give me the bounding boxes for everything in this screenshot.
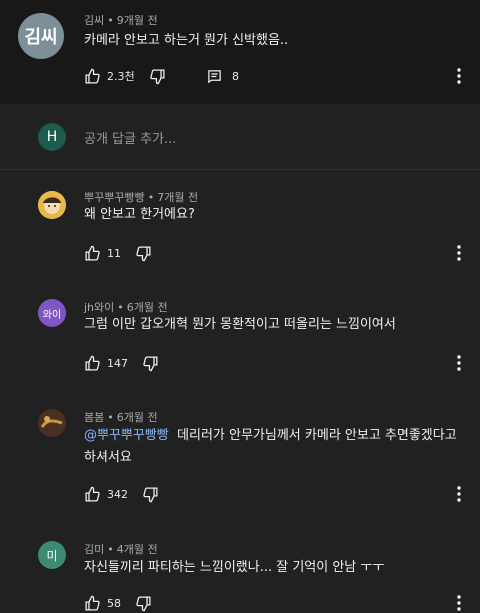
dislike-button[interactable] <box>142 486 159 503</box>
comment-meta: 김씨 • 9개월 전 <box>84 14 158 27</box>
reply-actions: 58 <box>84 593 152 613</box>
reply-actions: 147 <box>84 353 159 373</box>
reply-meta: 뿌꾸뿌꾸빵빵 • 7개월 전 <box>84 191 199 204</box>
more-options-button[interactable] <box>452 484 466 504</box>
author-name[interactable]: 김씨 <box>84 14 104 27</box>
thumbs-down-icon <box>136 595 151 611</box>
reply-text: 자신들끼리 파티하는 느낌이랬나... 잘 기억이 안남 ㅜㅜ <box>84 560 385 575</box>
more-options-button[interactable] <box>452 66 466 86</box>
top-comment <box>0 0 480 104</box>
reply-meta: 봄봄 • 6개월 전 <box>84 411 158 424</box>
reply-text: 그럼 이만 갑오개혁 뭔가 몽환적이고 떠올리는 느낌이여서 <box>84 317 396 332</box>
thumbs-up-icon <box>85 68 100 84</box>
author-name[interactable]: jh와이 <box>84 301 114 314</box>
more-options-button[interactable] <box>452 593 466 613</box>
comment-time: 4개월 전 <box>116 543 158 556</box>
profile-photo-icon <box>38 409 66 437</box>
reply-actions: 342 <box>84 484 159 504</box>
thumbs-up-icon <box>85 595 100 611</box>
more-options-button[interactable] <box>452 243 466 263</box>
replies-count: 8 <box>232 69 239 83</box>
reply-text-line: 하셔서요 <box>84 450 132 465</box>
like-count: 58 <box>107 596 121 610</box>
mention-link[interactable]: @뿌꾸뿌꾸빵빵 <box>84 428 169 443</box>
author-name[interactable]: 봄봄 <box>84 411 104 424</box>
thumbs-up-icon <box>85 245 100 261</box>
comment-time: 6개월 전 <box>116 411 158 424</box>
dislike-button[interactable] <box>135 245 152 262</box>
top-comment-avatar[interactable]: 김씨 <box>18 13 64 59</box>
replies-button[interactable]: 8 <box>207 66 239 86</box>
more-vert-icon <box>457 245 461 261</box>
user-avatar[interactable]: H <box>38 123 66 151</box>
like-count: 147 <box>107 356 128 370</box>
more-options-button[interactable] <box>452 353 466 373</box>
reply-meta: 김미 • 4개월 전 <box>84 543 158 556</box>
reply-avatar[interactable]: 미 <box>38 541 66 569</box>
avatar-text: 미 <box>46 548 58 563</box>
dislike-button[interactable] <box>142 355 159 372</box>
reply-text: 왜 안보고 한거에요? <box>84 207 195 222</box>
thumbs-up-icon <box>85 355 100 371</box>
author-name[interactable]: 뿌꾸뿌꾸빵빵 <box>84 191 145 204</box>
reply-avatar[interactable] <box>38 409 66 437</box>
dislike-button[interactable] <box>149 68 166 85</box>
reply-meta: jh와이 • 6개월 전 <box>84 301 168 314</box>
comment-icon <box>208 69 221 83</box>
thumbs-down-icon <box>143 355 158 371</box>
dislike-button[interactable] <box>135 595 152 612</box>
like-button[interactable]: 11 <box>84 245 121 262</box>
reply-actions: 11 <box>84 243 152 263</box>
like-count: 11 <box>107 246 121 260</box>
thumbs-down-icon <box>143 486 158 502</box>
thumbs-down-icon <box>149 68 165 84</box>
comment-time: 6개월 전 <box>126 301 168 314</box>
comment-text: 카메라 안보고 하는거 뭔가 신박했음.. <box>84 33 289 48</box>
comment-time: 9개월 전 <box>116 14 158 27</box>
like-button[interactable]: 58 <box>84 595 121 612</box>
reply-input-bar <box>0 104 480 170</box>
author-name[interactable]: 김미 <box>84 543 104 556</box>
like-count: 342 <box>107 487 128 501</box>
more-vert-icon <box>457 355 461 371</box>
more-vert-icon <box>457 595 461 611</box>
more-vert-icon <box>457 486 461 502</box>
comment-time: 7개월 전 <box>157 191 199 204</box>
like-button[interactable]: 342 <box>84 486 128 503</box>
reply-text: @뿌꾸뿌꾸빵빵 데리러가 안무가님께서 카메라 안보고 추면좋겠다고 하셔서요 <box>84 425 464 469</box>
reply-text-line: 데리러가 안무가님께서 카메라 안보고 추면좋겠다고 <box>177 428 457 443</box>
avatar-text: 와이 <box>42 309 62 321</box>
like-button[interactable]: 2.3천 <box>84 68 135 85</box>
avatar-letter: H <box>46 129 58 145</box>
more-vert-icon <box>457 68 461 84</box>
reply-input[interactable]: 공개 답글 추가... <box>84 128 176 147</box>
profile-photo-icon <box>38 191 66 219</box>
thumbs-up-icon <box>85 486 100 502</box>
thumbs-down-icon <box>136 245 151 261</box>
reply-avatar[interactable]: 와이 <box>38 299 66 327</box>
reply-avatar[interactable] <box>38 191 66 219</box>
comment-actions: 2.3천 <box>84 66 166 86</box>
avatar-text: 김씨 <box>24 27 58 48</box>
like-button[interactable]: 147 <box>84 355 128 372</box>
like-count: 2.3천 <box>107 70 135 83</box>
